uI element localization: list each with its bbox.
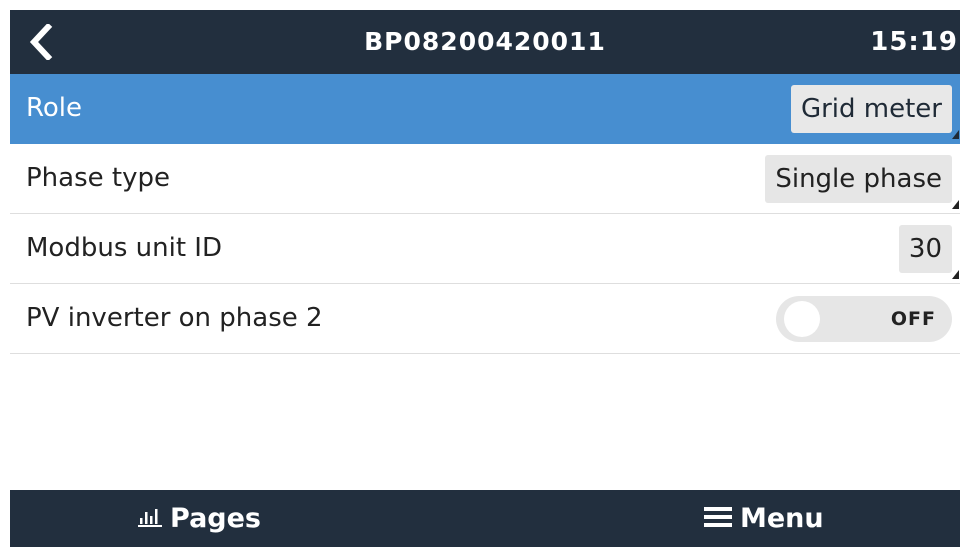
pv-inverter-toggle[interactable]: OFF	[776, 296, 952, 342]
bar-chart-icon	[138, 508, 162, 527]
settings-row-phase-type[interactable]: Phase type Single phase	[10, 144, 960, 214]
settings-row-role[interactable]: Role Grid meter	[10, 74, 960, 144]
hamburger-menu-icon	[704, 506, 732, 527]
phase-type-value[interactable]: Single phase	[765, 155, 952, 203]
edit-corner-icon	[952, 270, 959, 279]
phase-type-label: Phase type	[26, 163, 170, 193]
settings-row-modbus-unit-id[interactable]: Modbus unit ID 30	[10, 214, 960, 284]
toggle-state-label: OFF	[890, 308, 936, 330]
menu-button[interactable]: Menu	[704, 490, 824, 547]
pv-inverter-label: PV inverter on phase 2	[26, 303, 323, 333]
pages-button[interactable]: Pages	[138, 490, 261, 547]
pages-label: Pages	[170, 503, 261, 534]
role-label: Role	[26, 93, 83, 123]
settings-list: Role Grid meter Phase type Single phase …	[10, 74, 960, 354]
edit-corner-icon	[952, 200, 959, 209]
device-settings-screen: BP08200420011 15:19 Role Grid meter Phas…	[10, 10, 960, 547]
footer-bar: Pages Menu	[10, 490, 960, 547]
toggle-knob	[784, 301, 820, 337]
role-value[interactable]: Grid meter	[790, 85, 952, 133]
modbus-unit-id-value[interactable]: 30	[898, 225, 952, 273]
edit-corner-icon	[952, 130, 959, 139]
modbus-unit-id-label: Modbus unit ID	[26, 233, 222, 263]
page-title: BP08200420011	[364, 27, 606, 56]
menu-label: Menu	[740, 503, 824, 534]
clock: 15:19	[870, 27, 958, 57]
header-bar: BP08200420011 15:19	[10, 10, 960, 74]
settings-row-pv-inverter-phase-2[interactable]: PV inverter on phase 2 OFF	[10, 284, 960, 354]
